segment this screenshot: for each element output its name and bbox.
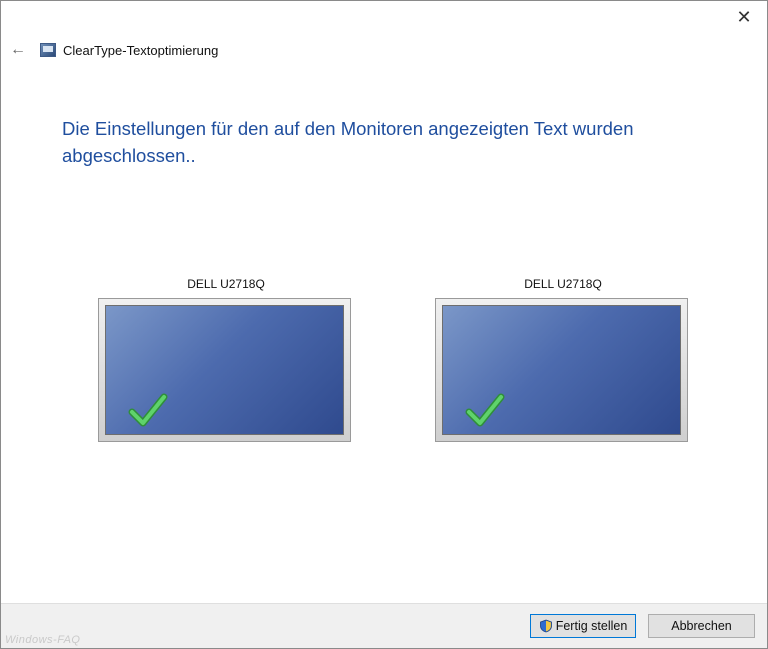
completion-heading: Die Einstellungen für den auf den Monito… <box>62 118 634 166</box>
monitor-2-frame <box>435 298 688 442</box>
checkmark-icon <box>128 393 168 427</box>
monitor-1-frame <box>98 298 351 442</box>
window-title: ClearType-Textoptimierung <box>63 43 219 58</box>
close-icon: ✕ <box>736 6 752 27</box>
close-button[interactable]: ✕ <box>721 1 767 33</box>
monitor-1-label: DELL U2718Q <box>187 277 265 291</box>
checkmark-icon <box>465 393 505 427</box>
cleartype-app-icon <box>40 43 56 57</box>
monitor-2-screen <box>442 305 681 435</box>
cancel-button[interactable]: Abbrechen <box>648 614 755 638</box>
back-button[interactable]: ← <box>7 39 29 61</box>
finish-button[interactable]: Fertig stellen <box>530 614 636 638</box>
monitor-1: DELL U2718Q <box>98 276 354 442</box>
finish-button-label: Fertig stellen <box>555 619 628 633</box>
back-arrow-icon: ← <box>10 41 26 58</box>
cleartype-dialog: ✕ ← ClearType-Textoptimierung Die Einste… <box>0 0 768 649</box>
cancel-button-label: Abbrechen <box>671 619 732 633</box>
button-bar: Fertig stellen Abbrechen Windows-FAQ <box>1 603 767 648</box>
monitor-2: DELL U2718Q <box>435 276 691 442</box>
monitor-1-screen <box>105 305 344 435</box>
monitor-2-label: DELL U2718Q <box>524 277 602 291</box>
uac-shield-icon <box>539 619 552 633</box>
watermark: Windows-FAQ <box>5 634 81 646</box>
